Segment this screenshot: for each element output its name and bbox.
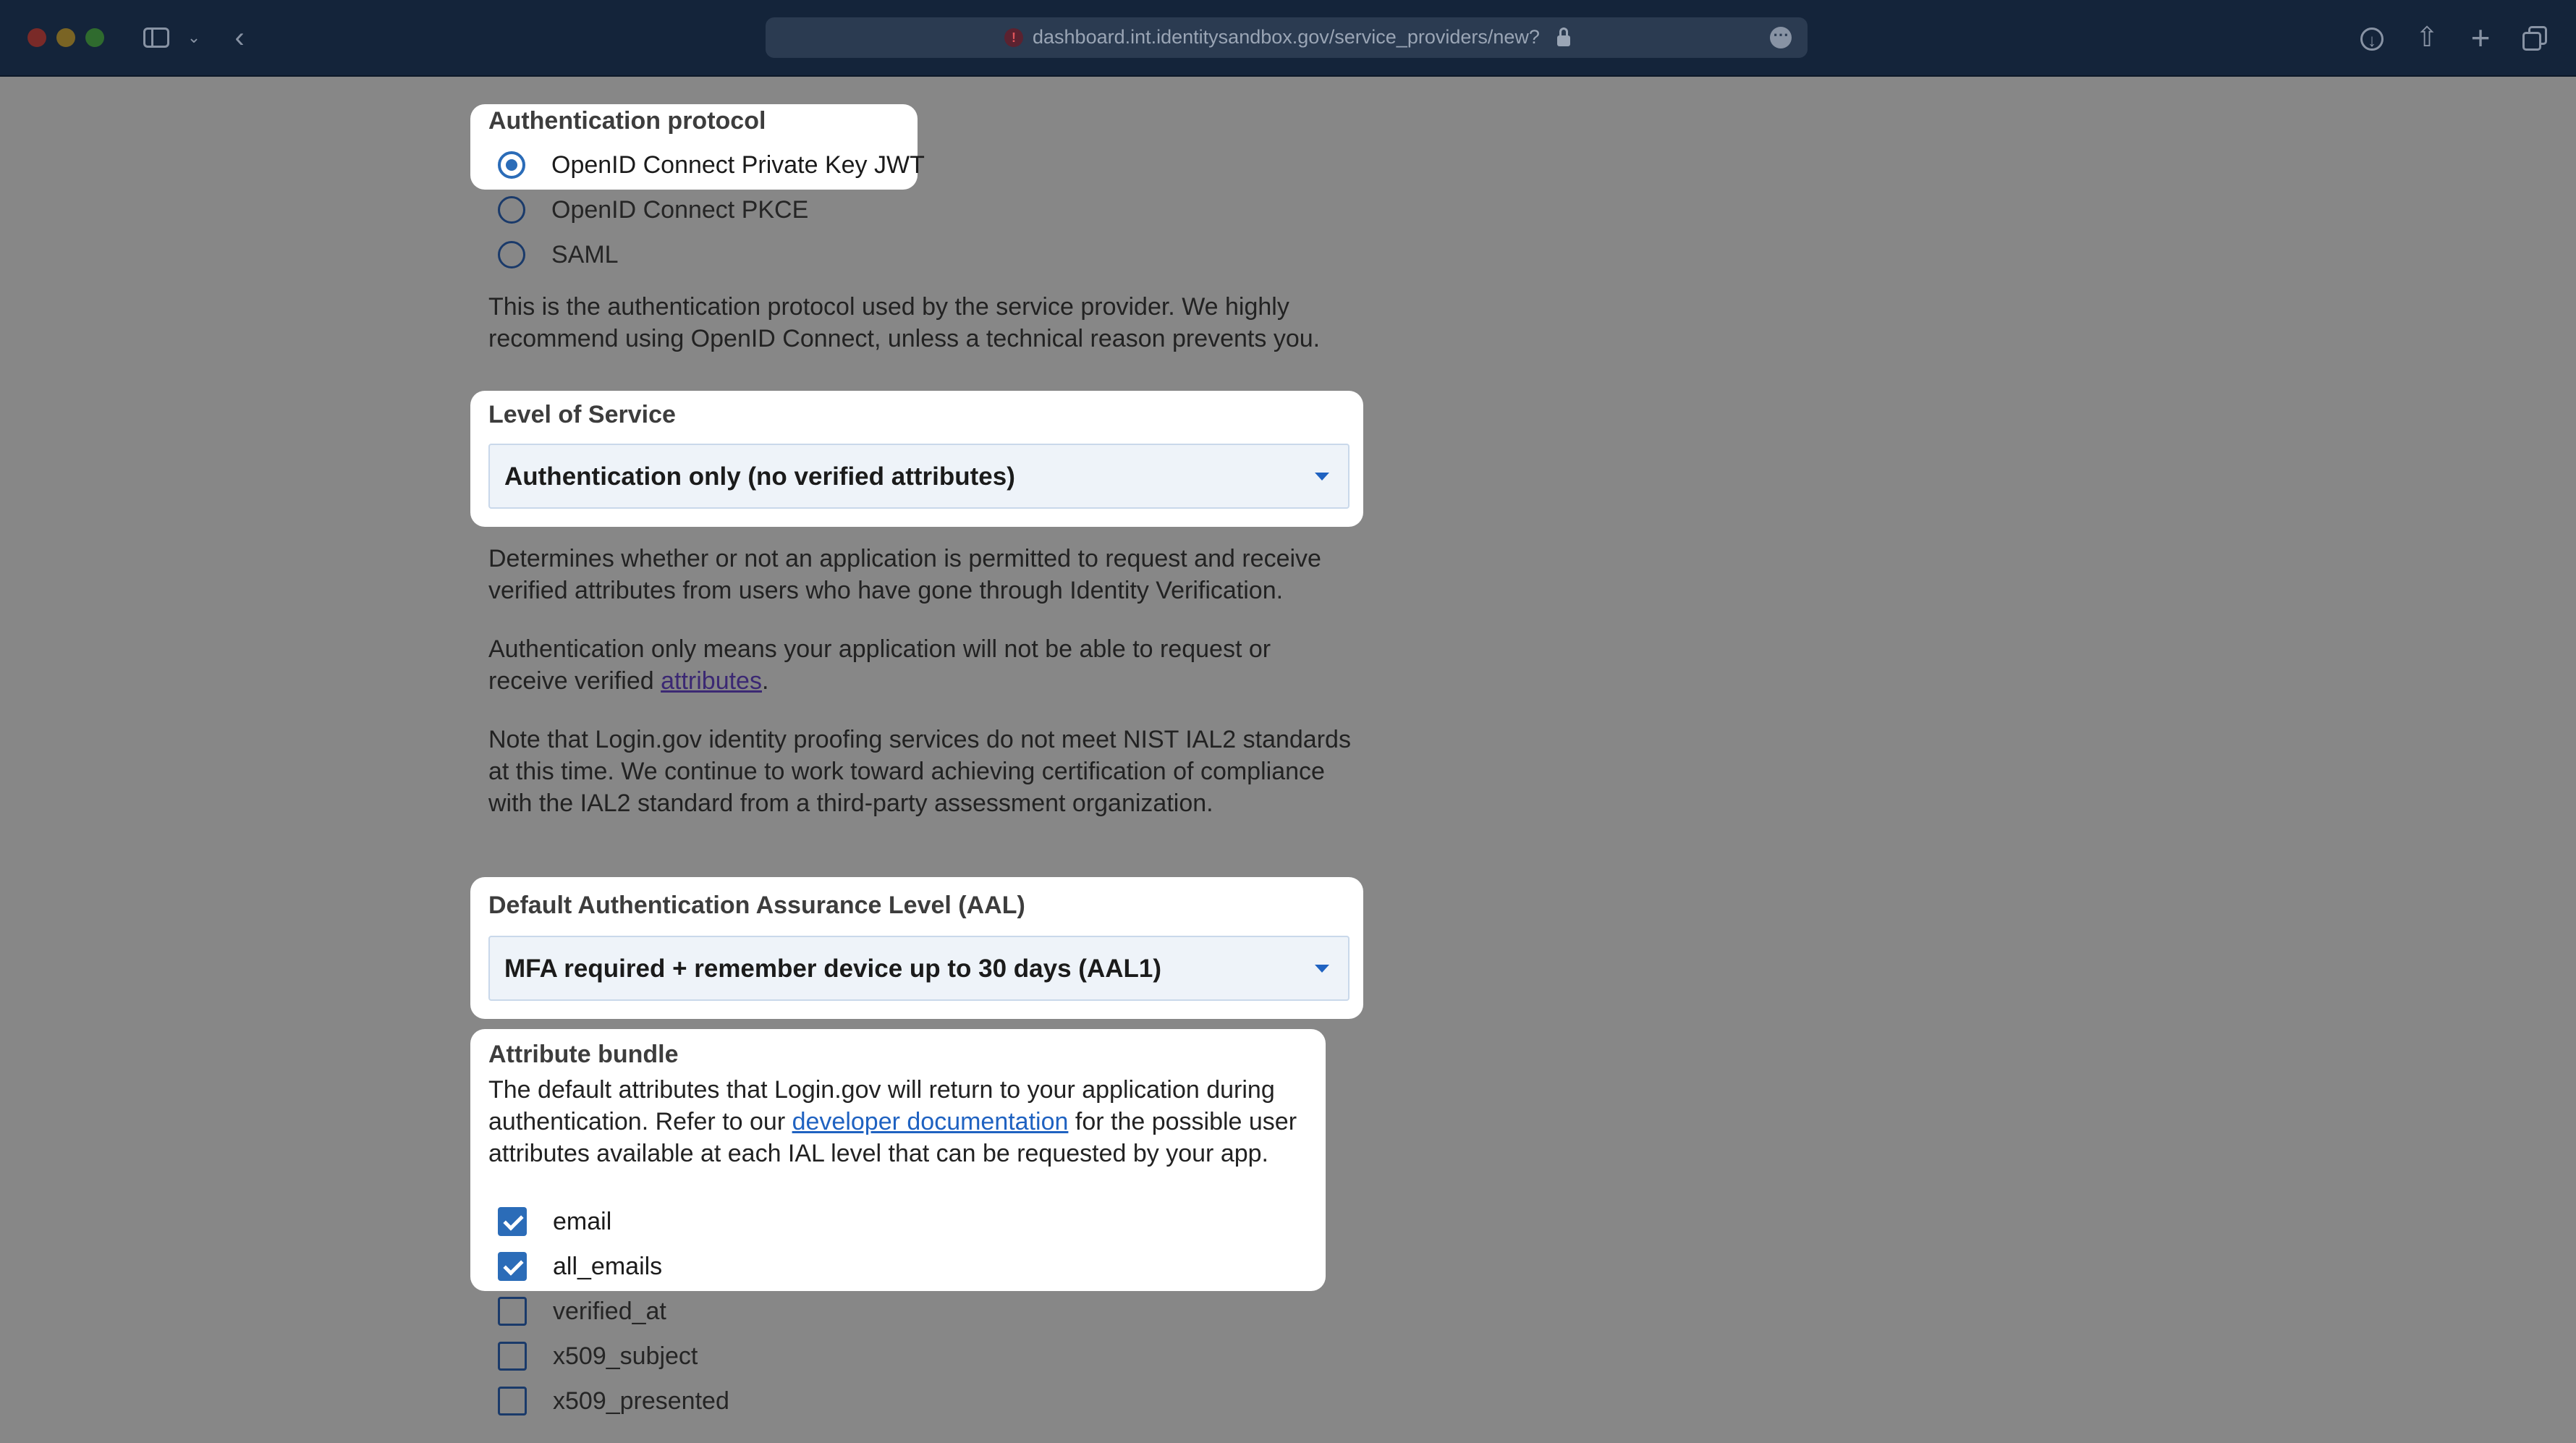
radio-label: SAML <box>551 240 619 268</box>
minimize-window-button[interactable] <box>56 28 75 47</box>
attribute-bundle-label: Attribute bundle <box>488 1041 679 1068</box>
desc-line: at this time. We continue to work toward… <box>488 758 1325 785</box>
level-of-service-desc1: Determines whether or not an application… <box>488 543 1321 606</box>
desc-line: receive verified attributes. <box>488 665 1271 697</box>
more-icon[interactable]: ⋯ <box>1770 27 1792 48</box>
radio-private-key-jwt[interactable]: OpenID Connect Private Key JWT <box>498 149 925 181</box>
checkbox-x509-subject[interactable]: x509_subject <box>498 1340 698 1372</box>
service-provider-form: Authentication protocol OpenID Connect P… <box>0 77 2576 1443</box>
radio-button[interactable] <box>498 151 525 179</box>
radio-button[interactable] <box>498 196 525 224</box>
attributes-link[interactable]: attributes <box>661 667 762 695</box>
desc-line: with the IAL2 standard from a third-part… <box>488 790 1213 817</box>
desc-line: Authentication only means your applicati… <box>488 635 1271 663</box>
attribute-bundle-desc: The default attributes that Login.gov wi… <box>488 1074 1297 1169</box>
checkbox-x509-presented[interactable]: x509_presented <box>498 1385 729 1417</box>
level-of-service-label: Level of Service <box>488 401 676 428</box>
checkbox-verified-at[interactable]: verified_at <box>498 1295 666 1327</box>
radio-pkce[interactable]: OpenID Connect PKCE <box>498 194 808 226</box>
aal-label: Default Authentication Assurance Level (… <box>488 892 1025 919</box>
checkbox-all-emails[interactable]: all_emails <box>498 1251 662 1282</box>
desc-text: . <box>761 667 769 695</box>
lock-icon <box>1557 27 1570 48</box>
desc-line: Note that Login.gov identity proofing se… <box>488 726 1351 753</box>
checkbox-label: x509_presented <box>553 1387 729 1415</box>
url-text[interactable]: dashboard.int.identitysandbox.gov/servic… <box>1033 26 1540 48</box>
checkbox-label: all_emails <box>553 1252 663 1280</box>
desc-line: verified attributes from users who have … <box>488 577 1284 604</box>
checkbox[interactable] <box>498 1342 527 1371</box>
auth-protocol-help: This is the authentication protocol used… <box>488 291 1320 355</box>
auth-protocol-label: Authentication protocol <box>488 107 766 135</box>
chevron-down-icon <box>1315 473 1329 481</box>
alert-icon: ! <box>1004 28 1023 47</box>
desc-line: The default attributes that Login.gov wi… <box>488 1076 1275 1104</box>
level-of-service-desc3: Note that Login.gov identity proofing se… <box>488 724 1351 819</box>
desc-line: Determines whether or not an application… <box>488 545 1321 572</box>
radio-label: OpenID Connect PKCE <box>551 195 809 224</box>
checkbox[interactable] <box>498 1387 527 1416</box>
desc-text: authentication. Refer to our <box>488 1108 792 1135</box>
checkbox[interactable] <box>498 1297 527 1326</box>
chevron-down-icon[interactable]: ⌄ <box>185 22 203 54</box>
close-window-button[interactable] <box>27 28 46 47</box>
desc-text: receive verified <box>488 667 661 695</box>
desc-line: authentication. Refer to our developer d… <box>488 1106 1297 1138</box>
checkbox-label: verified_at <box>553 1297 666 1325</box>
checkbox[interactable] <box>498 1252 527 1281</box>
developer-documentation-link[interactable]: developer documentation <box>792 1108 1069 1135</box>
address-bar[interactable]: ! dashboard.int.identitysandbox.gov/serv… <box>766 17 1808 58</box>
level-of-service-desc2: Authentication only means your applicati… <box>488 633 1271 697</box>
back-icon[interactable]: ‹ <box>229 22 250 54</box>
desc-text: for the possible user <box>1068 1108 1297 1135</box>
radio-button[interactable] <box>498 241 525 268</box>
checkbox[interactable] <box>498 1207 527 1236</box>
select-value: Authentication only (no verified attribu… <box>504 462 1015 491</box>
download-icon[interactable]: ↓ <box>2355 20 2389 55</box>
checkbox-label: email <box>553 1207 612 1235</box>
chevron-down-icon <box>1315 965 1329 973</box>
browser-toolbar: ⌄ ‹ ! dashboard.int.identitysandbox.gov/… <box>0 0 2576 77</box>
checkbox-label: x509_subject <box>553 1342 698 1370</box>
help-line: This is the authentication protocol used… <box>488 293 1289 321</box>
radio-saml[interactable]: SAML <box>498 239 619 271</box>
plus-icon[interactable]: + <box>2463 20 2498 55</box>
share-icon[interactable]: ⇧ <box>2410 20 2444 55</box>
sidebar-icon[interactable] <box>140 22 172 54</box>
radio-label: OpenID Connect Private Key JWT <box>551 151 925 179</box>
select-value: MFA required + remember device up to 30 … <box>504 955 1162 983</box>
level-of-service-select[interactable]: Authentication only (no verified attribu… <box>488 444 1350 509</box>
checkbox-email[interactable]: email <box>498 1206 611 1237</box>
aal-select[interactable]: MFA required + remember device up to 30 … <box>488 936 1350 1001</box>
zoom-window-button[interactable] <box>85 28 104 47</box>
tabs-icon[interactable] <box>2517 20 2551 55</box>
help-line: recommend using OpenID Connect, unless a… <box>488 325 1321 352</box>
desc-line: attributes available at each IAL level t… <box>488 1140 1268 1167</box>
